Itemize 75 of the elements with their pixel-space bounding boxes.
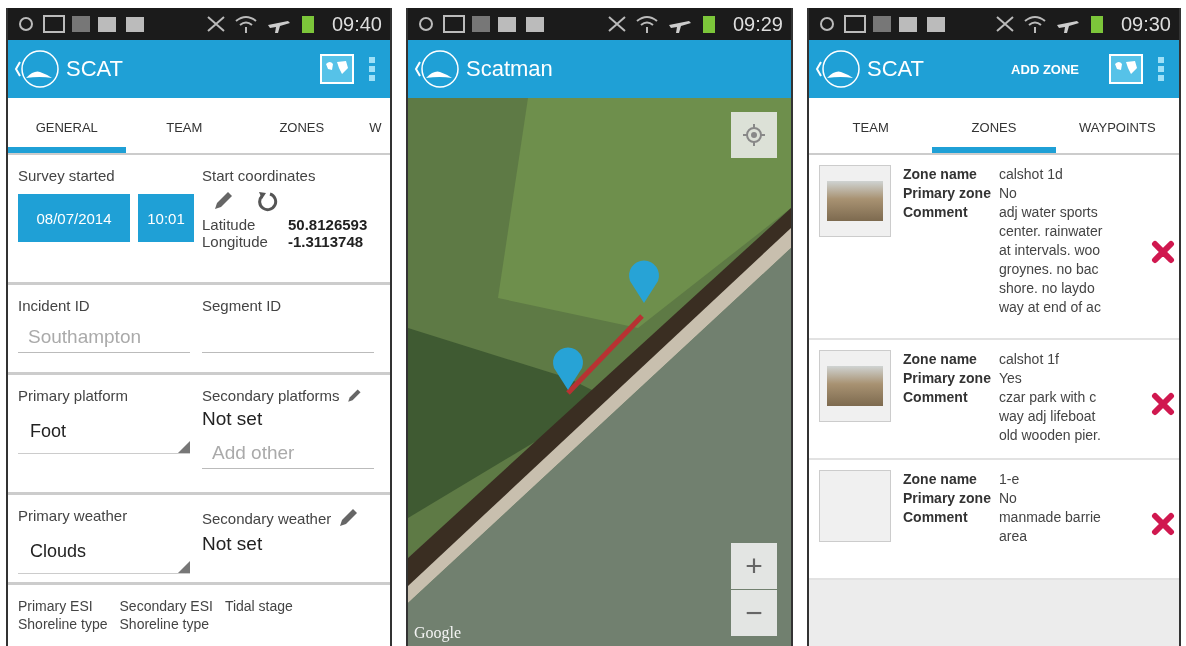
primary-zone-value: Yes [998,369,1023,388]
my-location-button[interactable] [731,112,777,158]
comment-text: at intervals. woo [998,241,1102,260]
comment-label: Comment [903,203,969,222]
primary-zone-label: Primary zone [903,489,991,508]
zone-name-label: Zone name [903,470,978,489]
comment-text: way adj lifeboat [998,407,1097,426]
field-label: Secondary weather [202,509,332,527]
delete-button[interactable] [1150,392,1175,416]
comment-text: shore. no laydo [998,279,1096,298]
clock-time: 09:29 [732,12,783,36]
delete-button[interactable] [1150,512,1175,536]
zone-name-label: Zone name [903,165,978,184]
field-value: Not set [202,533,264,555]
comment-text: way at end of ac [998,298,1102,317]
clock-time: 09:30 [1120,12,1171,36]
comment-label: Comment [903,388,969,407]
map-pin-icon [553,347,583,390]
field-label: Primary ESI [18,597,94,615]
comment-text: center. rainwater [998,222,1104,241]
zone-list-item[interactable]: Zone name 1-e Primary zone No Comment manmade barrie area [809,460,1179,580]
pencil-icon[interactable] [345,387,362,404]
app-title: SCAT [66,56,125,82]
zone-name: calshot 1f [998,350,1060,369]
latitude-value: 50.8126593 [288,216,368,233]
primary-zone-value: No [998,184,1018,203]
app-logo-icon[interactable] [12,48,60,90]
comment-text: czar park with c [998,388,1098,407]
field-value: Not set [202,408,264,430]
field-label: Secondary ESI [119,597,213,615]
app-logo-icon[interactable] [813,48,861,90]
app-title: SCAT [867,56,926,82]
map-pin-icon [629,260,659,303]
latitude-label: Latitude [202,216,257,233]
comment-text: manmade barrie [998,508,1102,527]
delete-button[interactable] [1150,239,1175,264]
field-label: Incident ID [18,297,91,314]
field-label: Survey started [18,167,116,184]
clock-time: 09:40 [331,12,382,36]
app-logo-icon[interactable] [412,48,460,90]
pencil-icon[interactable] [337,507,360,529]
field-label: Shoreline type [18,615,108,633]
field-label: Start coordinates [202,167,317,184]
primary-zone-label: Primary zone [903,369,991,388]
comment-text: adj water sports [998,203,1099,222]
pencil-icon[interactable] [212,190,234,212]
primary-zone-value: No [998,489,1018,508]
zone-list-item[interactable]: Zone name calshot 1f Primary zone Yes Comment czar park with c way adj lifeboat old wooden pier. [809,340,1179,460]
platform-dropdown[interactable]: Foot [18,410,190,454]
photo-placeholder [827,366,883,406]
comment-text: old wooden pier. [998,426,1102,445]
primary-zone-label: Primary zone [903,184,991,203]
field-label: Shoreline type [119,615,211,633]
map-attribution: Google [414,624,462,642]
field-label: Secondary platforms [202,387,340,404]
comment-text: area [998,527,1028,546]
undo-icon[interactable] [256,190,278,212]
location-target-icon [743,124,765,146]
zone-name: 1-e [998,470,1021,489]
app-title: Scatman [466,56,554,82]
zoom-in-button[interactable]: + [731,543,777,589]
field-label: Tidal stage [224,597,293,615]
weather-dropdown[interactable]: Clouds [18,530,190,574]
comment-text: groynes. no bac [998,260,1100,279]
field-label: Primary weather [18,507,129,524]
longitude-value: -1.3113748 [288,233,364,250]
field-label: Primary platform [18,387,130,404]
longitude-label: Longitude [202,233,269,250]
zone-name: calshot 1d [998,165,1064,184]
zone-list-item[interactable]: Zone name calshot 1d Primary zone No Comment adj water sports center. rainwater at intervals. woo groynes. no bac shore. no laydo way at end of ac [809,155,1179,340]
zoom-out-button[interactable]: − [731,590,777,636]
field-label: Segment ID [202,297,283,314]
photo-placeholder [827,181,883,221]
zone-name-label: Zone name [903,350,978,369]
comment-label: Comment [903,508,969,527]
